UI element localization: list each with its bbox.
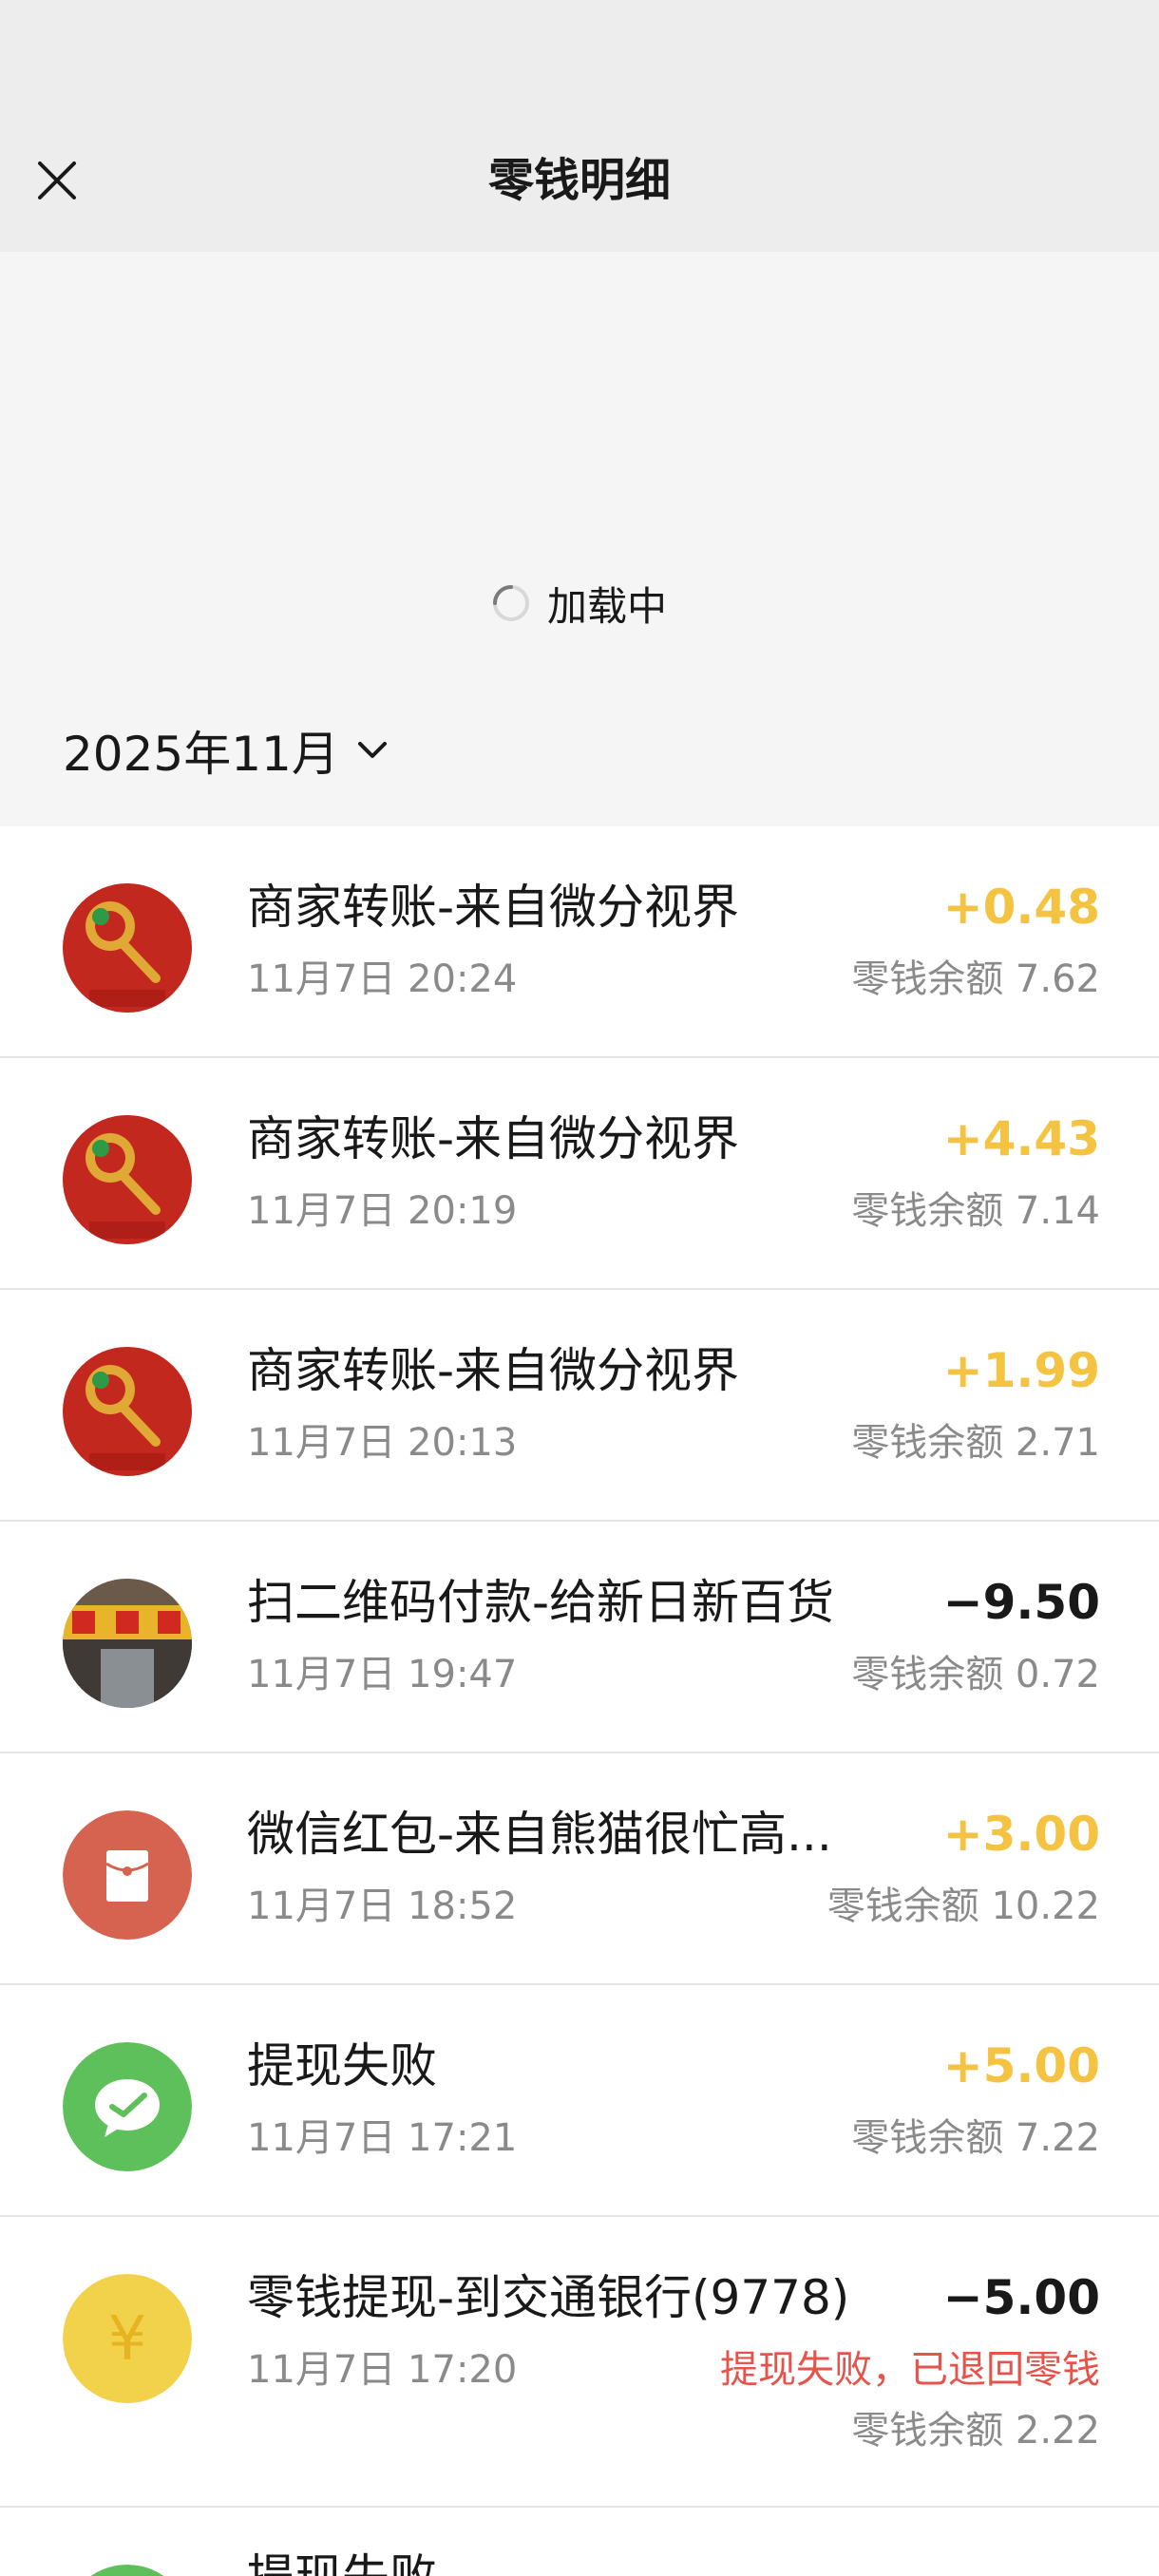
transaction-title: 商家转账-来自微分视界 [247, 880, 740, 935]
transaction-balance: 零钱余额 7.62 [851, 957, 1100, 1001]
transaction-item[interactable]: ¥ 零钱提现-到交通银行(9778) 11月7日 17:20 −5.00 提现失… [0, 2217, 1159, 2508]
transaction-time: 11月7日 19:47 [247, 1653, 518, 1696]
transaction-item[interactable]: 商家转账-来自微分视界 11月7日 20:24 +0.48 零钱余额 7.62 [0, 826, 1159, 1058]
merchant-avatar [63, 883, 192, 1013]
transaction-amount: −5.00 [942, 2270, 1100, 2325]
transaction-time: 11月7日 20:13 [247, 1421, 518, 1465]
month-label: 2025年11月 [63, 727, 339, 782]
transaction-amount: −9.50 [942, 1575, 1100, 1630]
merchant-avatar [63, 1115, 192, 1244]
transaction-title: 提现失败 [247, 2038, 437, 2093]
transaction-balance: 零钱余额 10.22 [826, 1885, 1100, 1928]
page: 零钱明细 加载中 2025年11月 商家转账-来自微分视界 11月7日 20:2… [0, 0, 1159, 2576]
transaction-item[interactable]: 商家转账-来自微分视界 11月7日 20:13 +1.99 零钱余额 2.71 [0, 1290, 1159, 1522]
spinner-icon [492, 585, 529, 621]
transaction-time: 11月7日 20:24 [247, 957, 518, 1001]
transaction-title: 商家转账-来自微分视界 [247, 1343, 740, 1398]
transaction-balance: 零钱余额 0.72 [851, 1653, 1100, 1696]
transaction-status-note: 提现失败，已退回零钱 [720, 2348, 1100, 2392]
transaction-title: 微信红包-来自熊猫很忙高... [247, 1807, 832, 1862]
transaction-time: 11月7日 18:52 [247, 1885, 518, 1928]
loading-text: 加载中 [546, 582, 667, 630]
transaction-item[interactable]: 商家转账-来自微分视界 11月7日 20:19 +4.43 零钱余额 7.14 [0, 1058, 1159, 1290]
transaction-title: 扫二维码付款-给新日新百货 [247, 1575, 835, 1630]
transaction-time: 11月7日 20:19 [247, 1189, 518, 1233]
transaction-list: 商家转账-来自微分视界 11月7日 20:24 +0.48 零钱余额 7.62 … [0, 826, 1159, 2576]
transaction-amount: +1.99 [942, 1343, 1100, 1398]
transaction-item[interactable]: 提现失败 [0, 2508, 1159, 2576]
transaction-item[interactable]: 提现失败 11月7日 17:21 +5.00 零钱余额 7.22 [0, 1985, 1159, 2217]
transaction-item[interactable]: 微信红包-来自熊猫很忙高... 11月7日 18:52 +3.00 零钱余额 1… [0, 1753, 1159, 1985]
transaction-amount: +0.48 [942, 880, 1100, 935]
loading-indicator: 加载中 [0, 570, 1159, 636]
transaction-amount: +5.00 [942, 2038, 1100, 2093]
transaction-time: 11月7日 17:20 [247, 2348, 518, 2392]
transaction-balance: 零钱余额 7.14 [851, 1189, 1100, 1233]
transaction-item[interactable]: 扫二维码付款-给新日新百货 11月7日 19:47 −9.50 零钱余额 0.7… [0, 1522, 1159, 1753]
header-bar: 零钱明细 [0, 0, 1159, 252]
merchant-avatar [63, 1347, 192, 1476]
transaction-balance: 零钱余额 7.22 [851, 2116, 1100, 2160]
month-selector[interactable]: 2025年11月 [63, 712, 389, 788]
wechat-icon [63, 2042, 192, 2171]
transaction-amount: +3.00 [942, 1807, 1100, 1862]
transaction-balance: 零钱余额 2.71 [851, 1421, 1100, 1465]
store-avatar [63, 1579, 192, 1708]
svg-text:¥: ¥ [108, 2304, 147, 2375]
wechat-icon [63, 2565, 192, 2576]
transaction-amount: +4.43 [942, 1111, 1100, 1166]
chevron-down-icon [357, 742, 387, 758]
page-title: 零钱明细 [487, 154, 671, 207]
transaction-title: 零钱提现-到交通银行(9778) [247, 2270, 850, 2325]
transaction-balance: 零钱余额 2.22 [851, 2409, 1100, 2453]
yuan-coin-icon: ¥ [63, 2274, 192, 2403]
transaction-title: 提现失败 [247, 2546, 437, 2576]
transaction-title: 商家转账-来自微分视界 [247, 1111, 740, 1166]
transaction-time: 11月7日 17:21 [247, 2116, 518, 2160]
red-packet-icon [63, 1810, 192, 1940]
